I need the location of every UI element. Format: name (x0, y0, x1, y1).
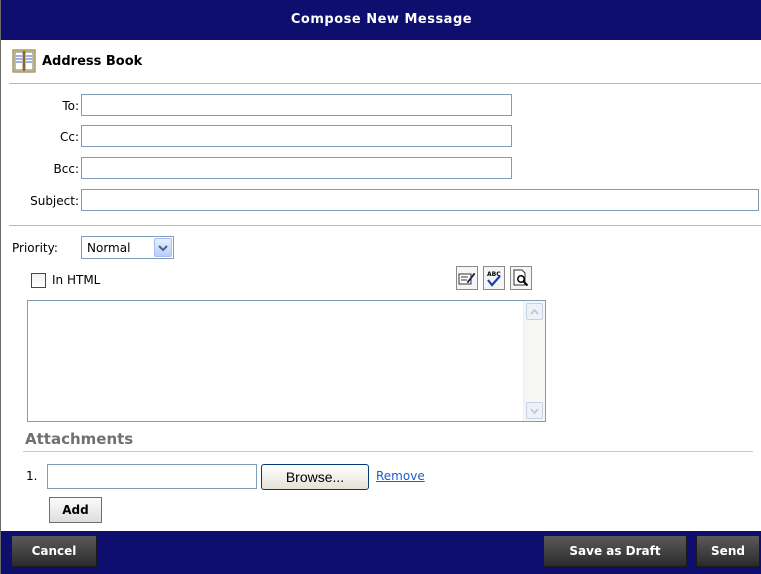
scroll-up-icon[interactable] (526, 303, 543, 320)
priority-value: Normal (87, 240, 131, 255)
save-draft-button[interactable]: Save as Draft (543, 535, 687, 567)
html-checkbox-label: In HTML (52, 273, 101, 287)
address-book-label: Address Book (42, 53, 143, 69)
bcc-label: Bcc: (53, 162, 79, 176)
to-label: To: (62, 99, 79, 113)
attachments-heading: Attachments (25, 430, 134, 448)
cc-label: Cc: (59, 130, 79, 144)
address-book-link[interactable]: Address Book (12, 47, 142, 75)
html-checkbox[interactable] (31, 273, 46, 288)
cancel-button[interactable]: Cancel (11, 535, 97, 567)
message-body[interactable] (27, 300, 546, 422)
edit-icon[interactable] (456, 266, 478, 290)
chevron-down-icon[interactable] (154, 238, 172, 257)
subject-label: Subject: (30, 194, 79, 208)
spellcheck-icon[interactable]: ABC (483, 266, 505, 290)
preview-icon[interactable] (510, 266, 532, 290)
address-book-icon (12, 49, 36, 73)
remove-attachment-link[interactable]: Remove (376, 469, 425, 483)
body-scrollbar[interactable] (523, 301, 545, 421)
compose-window: Compose New Message Address Book To: Cc:… (0, 0, 761, 574)
cc-field[interactable] (81, 125, 512, 147)
divider (9, 225, 761, 226)
priority-select[interactable]: Normal (81, 236, 174, 259)
scroll-down-icon[interactable] (526, 402, 543, 419)
subject-field[interactable] (81, 189, 759, 211)
window-title: Compose New Message (1, 0, 761, 40)
to-field[interactable] (81, 94, 512, 116)
priority-label: Priority: (12, 241, 58, 255)
bcc-field[interactable] (81, 157, 512, 179)
attachment-file-field[interactable] (47, 464, 257, 489)
attachment-index: 1. (26, 469, 38, 483)
divider (9, 83, 761, 84)
divider (23, 451, 753, 452)
browse-button[interactable]: Browse... (261, 464, 369, 490)
send-button[interactable]: Send (696, 535, 760, 567)
add-attachment-button[interactable]: Add (49, 497, 102, 523)
